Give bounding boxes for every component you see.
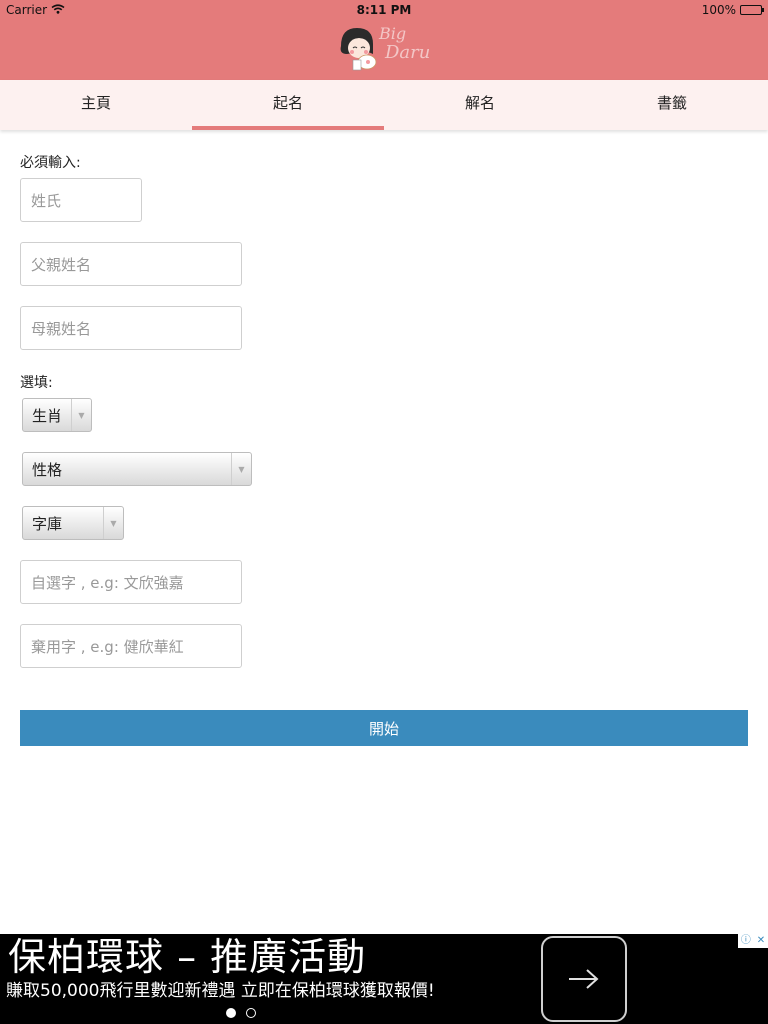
dictionary-select[interactable]: 字庫 ▼ [22, 506, 124, 540]
tab-name-analysis[interactable]: 解名 [384, 80, 576, 130]
girl-logo-icon [340, 28, 377, 71]
ad-page-indicator [226, 1008, 256, 1018]
clock: 8:11 PM [356, 3, 412, 17]
required-label: 必須輸入: [20, 155, 81, 171]
tab-bar: 主頁 起名 解名 書籤 [0, 80, 768, 130]
chosen-chars-placeholder: 自選字 , e.g: 文欣強嘉 [31, 573, 184, 592]
chevron-down-icon: ▼ [231, 453, 251, 485]
arrow-right-icon [569, 969, 599, 989]
chevron-down-icon: ▼ [71, 399, 91, 431]
header-bar: Carrier 8:11 PM 100% Big Daru [0, 0, 768, 80]
logo-text-daru: Daru [385, 42, 431, 63]
personality-select-value: 性格 [32, 460, 63, 479]
surname-input[interactable]: 姓氏 [20, 178, 142, 222]
ad-banner[interactable]: 保柏環球 – 推廣活動 賺取50,000飛行里數迎新禮遇 立即在保柏環球獲取報價… [0, 934, 768, 1024]
chosen-chars-input[interactable]: 自選字 , e.g: 文欣強嘉 [20, 560, 242, 604]
dictionary-select-value: 字庫 [32, 514, 63, 533]
mother-name-placeholder: 母親姓名 [31, 319, 92, 338]
ad-headline: 保柏環球 – 推廣活動 [8, 935, 367, 979]
page-dot[interactable] [246, 1008, 256, 1018]
ad-choices[interactable]: ⓘ ✕ [738, 934, 768, 948]
surname-placeholder: 姓氏 [31, 191, 62, 210]
close-icon[interactable]: ✕ [757, 936, 765, 946]
excluded-chars-placeholder: 棄用字 , e.g: 健欣華紅 [31, 637, 184, 656]
battery-percent: 100% [701, 3, 736, 17]
battery-icon [740, 5, 764, 15]
zodiac-select[interactable]: 生肖 ▼ [22, 398, 92, 432]
zodiac-select-value: 生肖 [32, 406, 63, 425]
tab-naming[interactable]: 起名 [192, 80, 384, 130]
logo-text-big: Big [379, 24, 407, 43]
page-dot-active[interactable] [226, 1008, 236, 1018]
father-name-input[interactable]: 父親姓名 [20, 242, 242, 286]
status-bar: Carrier 8:11 PM 100% [0, 0, 768, 20]
info-icon[interactable]: ⓘ [741, 936, 751, 946]
tab-home[interactable]: 主頁 [0, 80, 192, 130]
optional-label: 選填: [20, 375, 53, 391]
father-name-placeholder: 父親姓名 [31, 255, 92, 274]
excluded-chars-input[interactable]: 棄用字 , e.g: 健欣華紅 [20, 624, 242, 668]
ad-subtext: 賺取50,000飛行里數迎新禮遇 立即在保柏環球獲取報價! [6, 981, 435, 1001]
mother-name-input[interactable]: 母親姓名 [20, 306, 242, 350]
start-button[interactable]: 開始 [20, 710, 748, 746]
chevron-down-icon: ▼ [103, 507, 123, 539]
app-logo: Big Daru [335, 24, 435, 74]
ad-open-button[interactable] [541, 936, 627, 1022]
tab-bookmarks[interactable]: 書籤 [576, 80, 768, 130]
personality-select[interactable]: 性格 ▼ [22, 452, 252, 486]
